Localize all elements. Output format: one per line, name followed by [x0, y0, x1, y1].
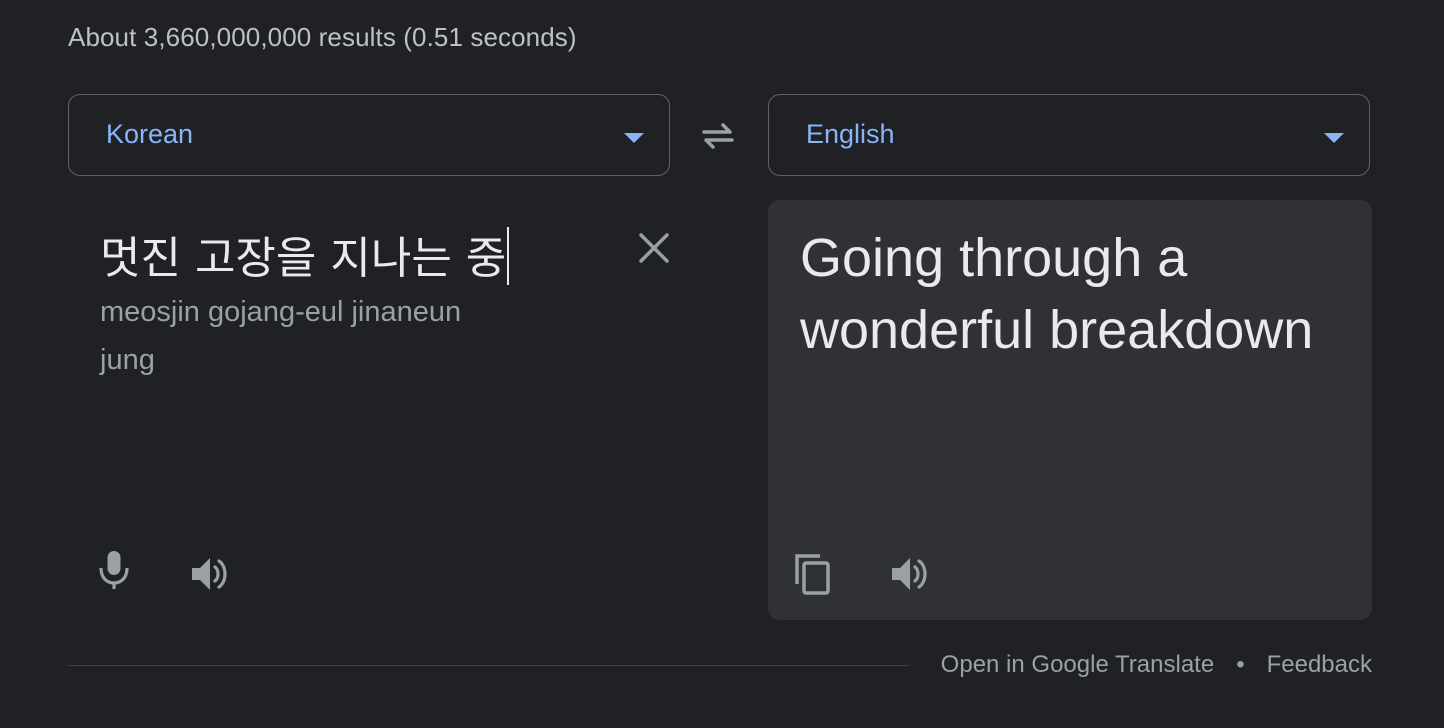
- source-language-label: Korean: [106, 119, 194, 149]
- translation-text: Going through a wonderful breakdown: [800, 228, 1314, 360]
- arrow-drop-down-icon: [624, 133, 644, 143]
- swap-languages-icon[interactable]: [696, 116, 740, 156]
- source-language-select[interactable]: Korean: [68, 94, 670, 176]
- copy-icon[interactable]: [790, 550, 838, 598]
- source-text: 멋진 고장을 지나는 중: [100, 233, 507, 284]
- footer-separator: •: [1236, 651, 1245, 678]
- source-text-pane[interactable]: 멋진 고장을 지나는 중 meosjin gojang-eul jinaneun…: [68, 200, 670, 620]
- target-language-select[interactable]: English: [768, 94, 1370, 176]
- speaker-icon[interactable]: [186, 550, 234, 598]
- open-in-google-translate-link[interactable]: Open in Google Translate: [941, 651, 1215, 678]
- translation-pane: Going through a wonderful breakdown: [768, 200, 1372, 620]
- feedback-link[interactable]: Feedback: [1267, 651, 1372, 678]
- target-language-label: English: [806, 119, 895, 149]
- text-cursor: [507, 227, 510, 285]
- arrow-drop-down-icon: [1324, 133, 1344, 143]
- clear-icon[interactable]: [634, 228, 674, 268]
- results-stats: About 3,660,000,000 results (0.51 second…: [68, 22, 577, 52]
- source-text-input[interactable]: 멋진 고장을 지나는 중: [100, 222, 510, 286]
- speaker-icon[interactable]: [886, 550, 934, 598]
- transliteration: meosjin gojang-eul jinaneun jung: [100, 296, 462, 376]
- footer-links: Open in Google Translate • Feedback: [941, 651, 1372, 679]
- microphone-icon[interactable]: [90, 546, 138, 594]
- footer-divider: [68, 665, 909, 666]
